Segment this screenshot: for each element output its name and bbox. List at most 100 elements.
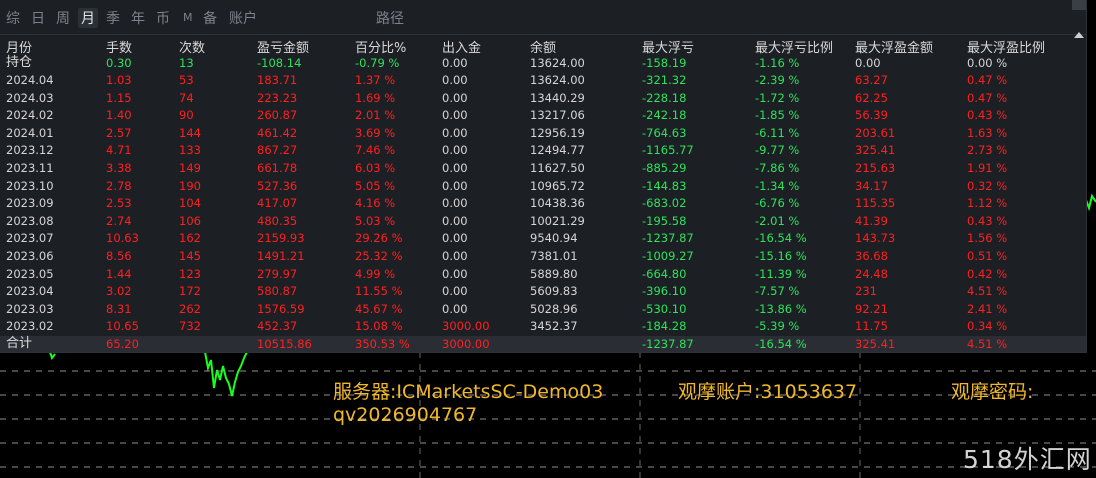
cell-month: 2024.03 xyxy=(6,90,54,105)
cell-max-floating-profit: 215.63 xyxy=(855,161,896,175)
col-header-month[interactable]: 月份 xyxy=(6,37,32,56)
cell-trades: 133 xyxy=(179,143,201,158)
cell-balance: 13440.29 xyxy=(530,90,585,105)
table-row[interactable]: 2024.03 1.15 74 223.23 1.69 % 0.00 13440.29 -22… xyxy=(0,91,1086,106)
col-header-lots[interactable]: 手数 xyxy=(106,37,132,56)
cell-max-floating-profit: 34.17 xyxy=(855,178,888,193)
table-row[interactable]: 2023.11 3.38 149 661.78 6.03 % 0.00 11627.50 -8… xyxy=(0,161,1086,176)
holding-lots: 0.30 xyxy=(106,56,132,70)
total-profit: 10515.86 xyxy=(257,337,312,351)
holding-max-floating-profit: 0.00 xyxy=(855,56,881,70)
cell-max-floating-profit: 115.35 xyxy=(855,196,896,211)
cell-lots: 8.56 xyxy=(106,249,132,263)
col-header-balance[interactable]: 余额 xyxy=(530,37,556,56)
tab-account[interactable]: 账户 xyxy=(229,8,257,28)
table-row[interactable]: 2024.01 2.57 144 461.42 3.69 % 0.00 12956.19 -7… xyxy=(0,126,1086,141)
cell-deposit: 0.00 xyxy=(442,231,468,246)
cell-max-floating-profit-pct: 1.63 % xyxy=(967,125,1008,140)
cell-max-drawdown: -1009.27 xyxy=(642,249,694,263)
cell-max-drawdown-pct: -15.16 % xyxy=(755,249,807,263)
table-row[interactable]: 2024.04 1.03 53 183.71 1.37 % 0.00 13624.00 -32… xyxy=(0,73,1086,88)
col-header-trades[interactable]: 次数 xyxy=(179,37,205,56)
tab-notes[interactable]: 备 xyxy=(203,8,217,28)
cell-month: 2024.04 xyxy=(6,73,54,87)
tab-currency[interactable]: 币 xyxy=(156,8,170,28)
cell-trades: 53 xyxy=(179,73,194,87)
cell-balance: 5889.80 xyxy=(530,266,578,281)
cell-balance: 13624.00 xyxy=(530,73,585,87)
col-header-deposit[interactable]: 出入金 xyxy=(442,37,481,56)
cell-profit: 417.07 xyxy=(257,196,298,211)
cell-percent: 3.69 % xyxy=(355,125,396,140)
cell-balance: 11627.50 xyxy=(530,161,585,175)
cell-max-drawdown: -885.29 xyxy=(642,161,687,175)
cell-trades: 123 xyxy=(179,266,201,281)
table-row[interactable]: 2024.02 1.40 90 260.87 2.01 % 0.00 13217.06 -24… xyxy=(0,108,1086,123)
cell-max-floating-profit-pct: 0.47 % xyxy=(967,90,1008,105)
col-header-max-drawdown-pct[interactable]: 最大浮亏比例 xyxy=(755,37,833,56)
panel-close-button[interactable] xyxy=(1072,0,1086,10)
cell-month: 2023.09 xyxy=(6,196,54,211)
cell-max-drawdown: -144.83 xyxy=(642,178,687,193)
table-row[interactable]: 2023.08 2.74 106 480.35 5.03 % 0.00 10021.29 -1… xyxy=(0,214,1086,229)
tab-yearly[interactable]: 年 xyxy=(131,8,145,28)
table-row[interactable]: 2023.07 10.63 162 2159.93 29.26 % 0.00 9540.94… xyxy=(0,231,1086,246)
cell-trades: 262 xyxy=(179,301,201,316)
cell-deposit: 0.00 xyxy=(442,125,468,140)
table-row[interactable]: 2023.09 2.53 104 417.07 4.16 % 0.00 10438.36 -6… xyxy=(0,196,1086,211)
cell-month: 2023.10 xyxy=(6,178,54,193)
cell-max-drawdown-pct: -6.11 % xyxy=(755,125,800,140)
cell-max-floating-profit-pct: 2.73 % xyxy=(967,143,1008,158)
holding-trades: 13 xyxy=(179,56,194,70)
table-row[interactable]: 2023.04 3.02 172 580.87 11.55 % 0.00 5609.83 -3… xyxy=(0,284,1086,299)
cell-max-drawdown-pct: -13.86 % xyxy=(755,301,807,316)
col-header-profit[interactable]: 盈亏金额 xyxy=(257,37,309,56)
cell-max-floating-profit-pct: 0.43 % xyxy=(967,213,1008,228)
cell-max-floating-profit: 63.27 xyxy=(855,73,888,87)
cell-max-floating-profit-pct: 0.47 % xyxy=(967,73,1008,87)
cell-max-floating-profit-pct: 2.41 % xyxy=(967,301,1008,316)
cell-month: 2023.06 xyxy=(6,249,54,263)
tab-weekly[interactable]: 周 xyxy=(56,8,70,28)
cell-percent: 11.55 % xyxy=(355,284,403,299)
holding-row[interactable]: 持仓 0.30 13 -108.14 -0.79 % 0.00 13624.00… xyxy=(0,55,1086,72)
cell-max-floating-profit-pct: 0.51 % xyxy=(967,249,1008,263)
cell-month: 2023.03 xyxy=(6,301,54,316)
cell-deposit: 0.00 xyxy=(442,301,468,316)
cell-profit: 279.97 xyxy=(257,266,298,281)
tab-summary[interactable]: 综 xyxy=(6,8,20,28)
site-watermark: 518外汇网 xyxy=(963,445,1092,474)
tab-monthly[interactable]: 月 xyxy=(78,8,98,28)
cell-lots: 1.44 xyxy=(106,266,132,281)
table-row[interactable]: 2023.10 2.78 190 527.36 5.05 % 0.00 10965.72 -1… xyxy=(0,179,1086,194)
cell-month: 2023.05 xyxy=(6,266,54,281)
col-header-max-floating-profit[interactable]: 最大浮盈金额 xyxy=(855,37,933,56)
tab-m[interactable]: M xyxy=(183,11,193,24)
cell-percent: 45.67 % xyxy=(355,301,403,316)
cell-max-drawdown: -764.63 xyxy=(642,125,687,140)
cell-max-floating-profit: 24.48 xyxy=(855,266,888,281)
cell-lots: 2.78 xyxy=(106,178,132,193)
table-row[interactable]: 2023.05 1.44 123 279.97 4.99 % 0.00 5889.80 -66… xyxy=(0,267,1086,282)
tab-quarterly[interactable]: 季 xyxy=(106,8,120,28)
cell-deposit: 0.00 xyxy=(442,143,468,158)
cell-percent: 7.46 % xyxy=(355,143,396,158)
tab-path[interactable]: 路径 xyxy=(376,8,404,28)
cell-max-drawdown-pct: -2.01 % xyxy=(755,213,800,228)
cell-max-floating-profit: 325.41 xyxy=(855,143,896,158)
cell-deposit: 0.00 xyxy=(442,73,468,87)
cell-profit: 527.36 xyxy=(257,178,298,193)
table-row[interactable]: 2023.12 4.71 133 867.27 7.46 % 0.00 12494.77 -1… xyxy=(0,143,1086,158)
tab-daily[interactable]: 日 xyxy=(31,8,45,28)
total-row[interactable]: 合计 65.20 10515.86 350.53 % 3000.00 -1237… xyxy=(0,336,1086,352)
table-row[interactable]: 2023.03 8.31 262 1576.59 45.67 % 0.00 5028.96 -… xyxy=(0,302,1086,317)
cell-balance: 13217.06 xyxy=(530,108,585,123)
cell-max-floating-profit-pct: 1.12 % xyxy=(967,196,1008,211)
table-row[interactable]: 2023.06 8.56 145 1491.21 25.32 % 0.00 7381.01 -… xyxy=(0,249,1086,264)
cell-max-floating-profit-pct: 1.56 % xyxy=(967,231,1008,246)
col-header-max-drawdown[interactable]: 最大浮亏 xyxy=(642,37,694,56)
table-row[interactable]: 2023.02 10.65 732 452.37 15.08 % 3000.00 3452.… xyxy=(0,319,1086,334)
col-header-percent[interactable]: 百分比% xyxy=(355,37,406,56)
col-header-max-floating-profit-pct[interactable]: 最大浮盈比例 xyxy=(967,37,1045,56)
cell-profit: 183.71 xyxy=(257,73,298,87)
